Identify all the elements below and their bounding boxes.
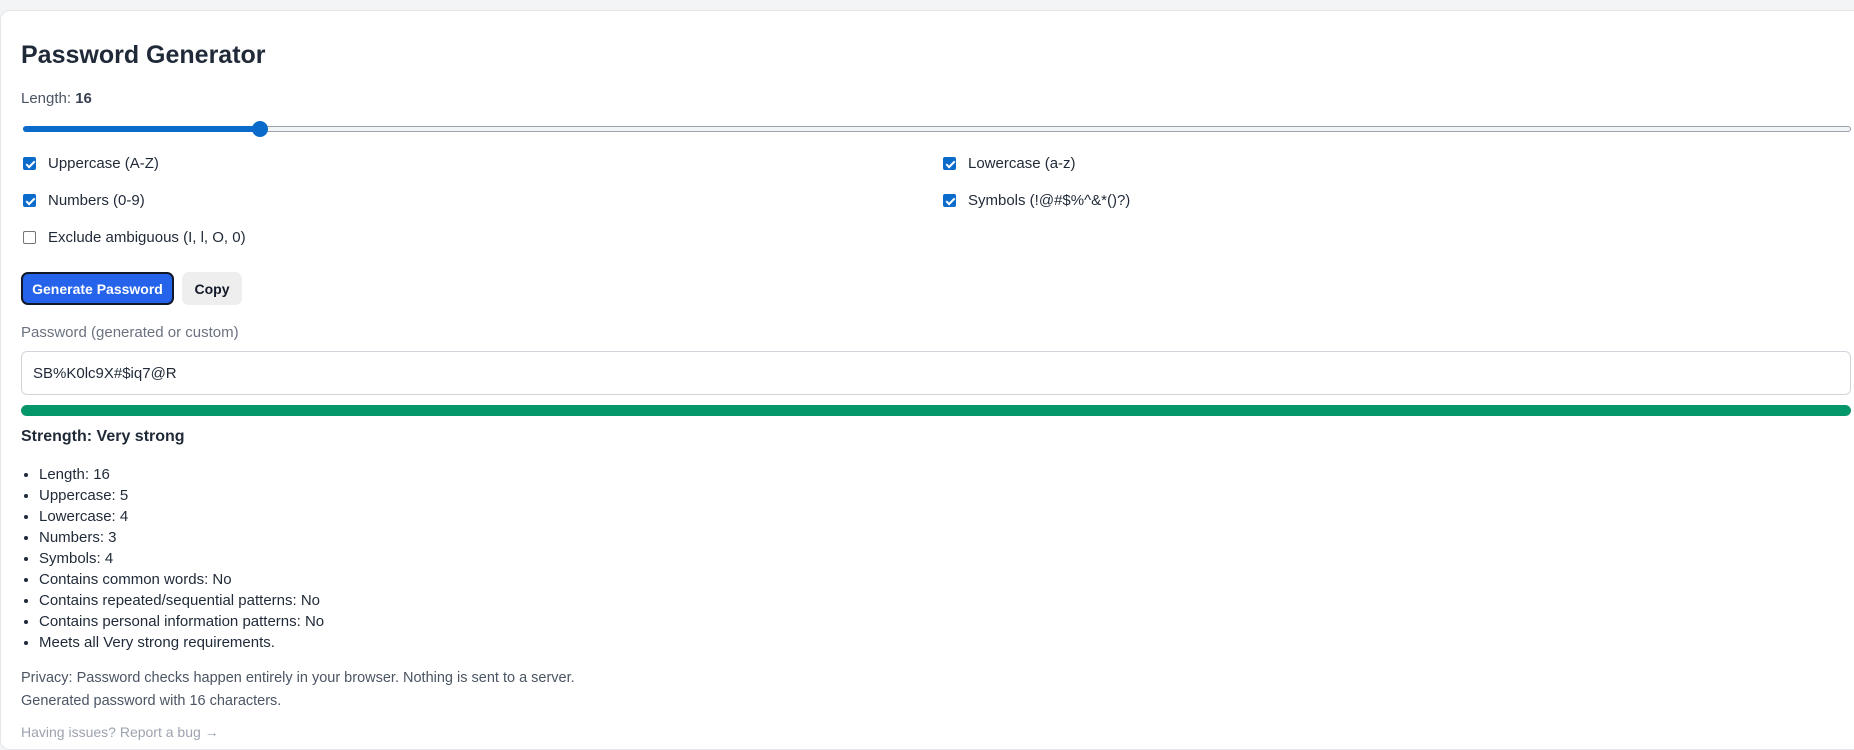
uppercase-checkbox[interactable]: [23, 157, 36, 170]
uppercase-label: Uppercase (A-Z): [48, 155, 159, 172]
lowercase-option[interactable]: Lowercase (a-z): [943, 155, 1076, 172]
length-value: 16: [75, 90, 92, 107]
privacy-note: Privacy: Password checks happen entirely…: [21, 670, 575, 686]
exclude-ambiguous-label: Exclude ambiguous (I, l, O, 0): [48, 229, 246, 246]
strength-detail-item: Contains common words: No: [39, 569, 324, 590]
strength-detail-item: Contains repeated/sequential patterns: N…: [39, 590, 324, 611]
strength-detail-item: Lowercase: 4: [39, 506, 324, 527]
strength-detail-item: Symbols: 4: [39, 548, 324, 569]
exclude-ambiguous-option[interactable]: Exclude ambiguous (I, l, O, 0): [23, 229, 246, 246]
lowercase-checkbox[interactable]: [943, 157, 956, 170]
symbols-label: Symbols (!@#$%^&*()?): [968, 192, 1131, 209]
password-field-label: Password (generated or custom): [21, 324, 239, 341]
length-label-text: Length:: [21, 90, 72, 107]
slider-fill: [23, 126, 260, 132]
generate-password-button[interactable]: Generate Password: [21, 272, 174, 305]
strength-detail-item: Uppercase: 5: [39, 485, 324, 506]
symbols-option[interactable]: Symbols (!@#$%^&*()?): [943, 192, 1130, 209]
lowercase-label: Lowercase (a-z): [968, 155, 1076, 172]
symbols-checkbox[interactable]: [943, 194, 956, 207]
status-message: Generated password with 16 characters.: [21, 693, 282, 709]
uppercase-option[interactable]: Uppercase (A-Z): [23, 155, 159, 172]
strength-details-list: Length: 16Uppercase: 5Lowercase: 4Number…: [21, 464, 324, 653]
strength-detail-item: Meets all Very strong requirements.: [39, 632, 324, 653]
numbers-option[interactable]: Numbers (0-9): [23, 192, 145, 209]
strength-detail-item: Contains personal information patterns: …: [39, 611, 324, 632]
copy-button[interactable]: Copy: [182, 272, 242, 305]
strength-meter: [21, 405, 1851, 416]
exclude-ambiguous-checkbox[interactable]: [23, 231, 36, 244]
strength-label: Strength: Very strong: [21, 428, 185, 445]
report-bug-link[interactable]: Having issues? Report a bug →: [21, 724, 219, 740]
strength-meter-fill: [21, 405, 1851, 416]
length-label: Length: 16: [21, 90, 92, 107]
slider-track[interactable]: [23, 126, 1851, 132]
password-input[interactable]: [21, 351, 1851, 395]
page-title: Password Generator: [21, 41, 266, 69]
numbers-label: Numbers (0-9): [48, 192, 145, 209]
strength-detail-item: Numbers: 3: [39, 527, 324, 548]
numbers-checkbox[interactable]: [23, 194, 36, 207]
length-slider[interactable]: [23, 121, 1851, 137]
password-generator-card: Password Generator Length: 16 Uppercase …: [0, 10, 1854, 750]
slider-thumb[interactable]: [251, 121, 268, 137]
strength-detail-item: Length: 16: [39, 464, 324, 485]
